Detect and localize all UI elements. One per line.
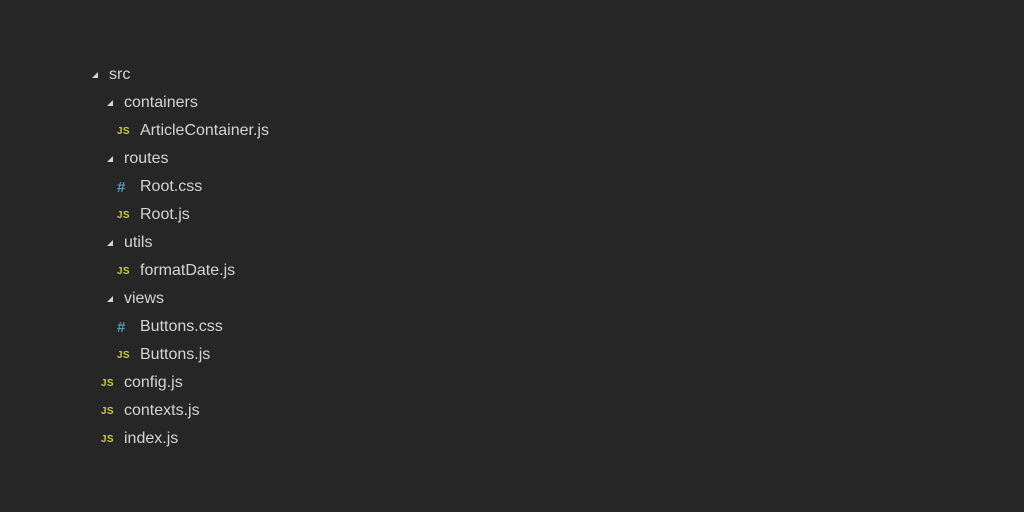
js-file-icon: JS <box>117 125 130 137</box>
folder-label: views <box>124 290 165 307</box>
file-label: formatDate.js <box>140 262 236 279</box>
folder-label: src <box>109 66 131 83</box>
tree-file-buttons-js[interactable]: JS Buttons.js <box>0 341 400 369</box>
js-file-icon: JS <box>117 209 130 221</box>
file-label: contexts.js <box>124 402 200 419</box>
css-file-icon: # <box>117 318 126 336</box>
tree-file-buttons-css[interactable]: # Buttons.css <box>0 313 400 341</box>
js-file-icon: JS <box>101 433 114 445</box>
file-label: ArticleContainer.js <box>140 122 269 139</box>
tree-file-root-css[interactable]: # Root.css <box>0 173 400 201</box>
js-file-icon: JS <box>101 377 114 389</box>
tree-file-root-js[interactable]: JS Root.js <box>0 201 400 229</box>
css-file-icon: # <box>117 178 126 196</box>
expanded-twisty-icon[interactable] <box>105 238 115 248</box>
file-label: Root.js <box>140 206 190 223</box>
file-label: config.js <box>124 374 183 391</box>
js-file-icon: JS <box>117 349 130 361</box>
tree-file-config-js[interactable]: JS config.js <box>0 369 400 397</box>
file-label: Buttons.css <box>140 318 223 335</box>
tree-file-index-js[interactable]: JS index.js <box>0 425 400 453</box>
tree-folder-views[interactable]: views <box>0 285 400 313</box>
js-file-icon: JS <box>101 405 114 417</box>
tree-folder-src[interactable]: src <box>0 61 400 89</box>
file-tree: src containers JS ArticleContainer.js ro… <box>0 61 400 453</box>
expanded-twisty-icon[interactable] <box>105 294 115 304</box>
file-label: Root.css <box>140 178 203 195</box>
folder-label: utils <box>124 234 153 251</box>
tree-file-formatdate-js[interactable]: JS formatDate.js <box>0 257 400 285</box>
file-label: Buttons.js <box>140 346 211 363</box>
expanded-twisty-icon[interactable] <box>105 98 115 108</box>
file-explorer: src containers JS ArticleContainer.js ro… <box>0 0 1024 512</box>
file-label: index.js <box>124 430 179 447</box>
tree-folder-containers[interactable]: containers <box>0 89 400 117</box>
js-file-icon: JS <box>117 265 130 277</box>
tree-file-articlecontainer-js[interactable]: JS ArticleContainer.js <box>0 117 400 145</box>
tree-folder-utils[interactable]: utils <box>0 229 400 257</box>
expanded-twisty-icon[interactable] <box>105 154 115 164</box>
folder-label: containers <box>124 94 198 111</box>
expanded-twisty-icon[interactable] <box>90 70 100 80</box>
tree-folder-routes[interactable]: routes <box>0 145 400 173</box>
tree-file-contexts-js[interactable]: JS contexts.js <box>0 397 400 425</box>
folder-label: routes <box>124 150 169 167</box>
